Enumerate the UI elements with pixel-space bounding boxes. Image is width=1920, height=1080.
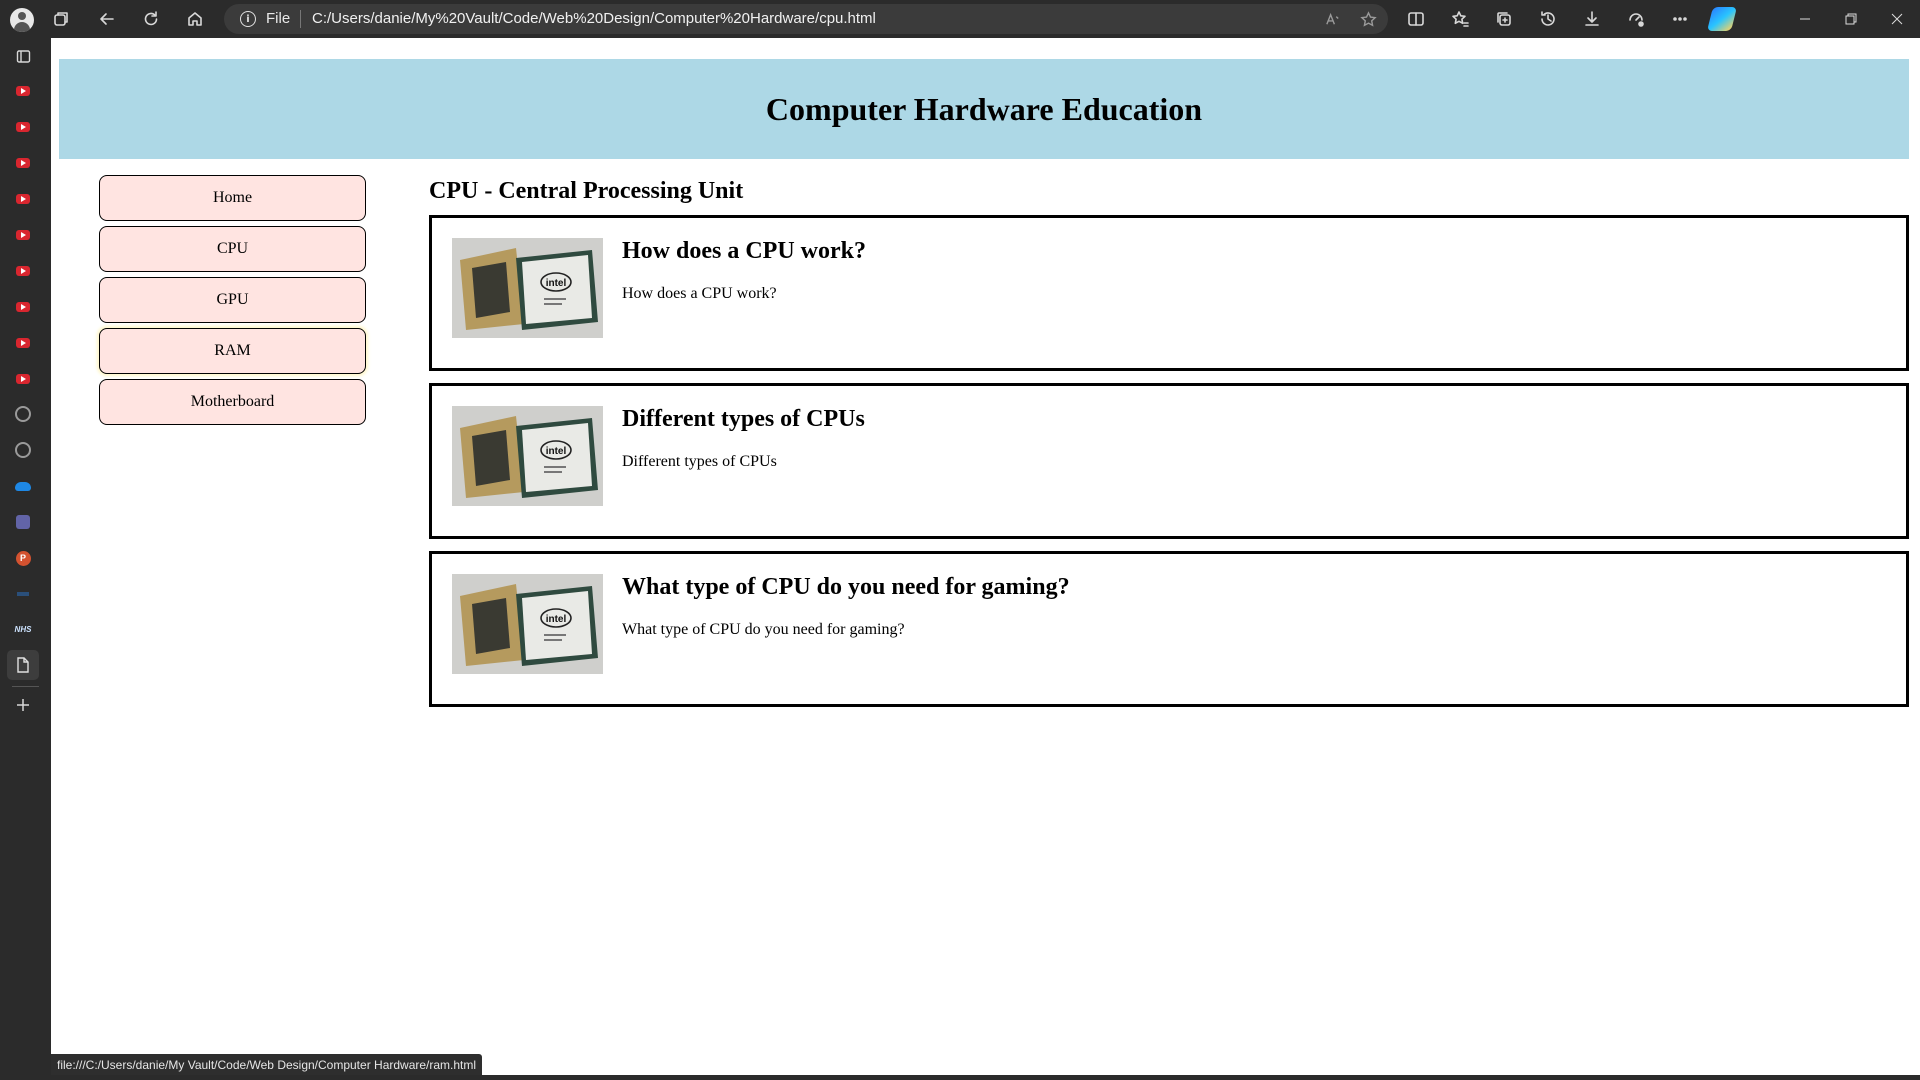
youtube-icon[interactable] — [14, 334, 32, 352]
cpu-image: intel — [452, 406, 603, 506]
site-header: Computer Hardware Education — [59, 59, 1909, 159]
card-text: Different types of CPUs — [622, 453, 777, 470]
cpu-image: intel — [452, 238, 603, 338]
github-icon[interactable] — [14, 405, 32, 423]
history-icon[interactable] — [1529, 0, 1567, 38]
youtube-icon[interactable] — [14, 370, 32, 388]
site-title: Computer Hardware Education — [765, 90, 1203, 127]
nav-cpu-button[interactable]: CPU — [99, 226, 366, 272]
link-status-tooltip: file:///C:/Users/danie/My Vault/Code/Web… — [51, 1054, 483, 1075]
card-text: What type of CPU do you need for gaming? — [622, 621, 905, 638]
powerpoint-icon[interactable]: P — [14, 549, 32, 567]
article-card: intel How does a CPU work? How does a CP… — [429, 215, 1909, 371]
browser-toolbar: i File C:/Users/danie/My%20Vault/Code/We… — [0, 0, 1920, 38]
page-viewport: Computer Hardware Education Home CPU GPU… — [51, 38, 1920, 1075]
workspaces-icon[interactable] — [42, 0, 80, 38]
nav-ram-button[interactable]: RAM — [99, 328, 366, 374]
powerpoint-letter: P — [15, 550, 31, 566]
site-info-icon[interactable]: i — [240, 11, 256, 27]
close-icon[interactable] — [1874, 0, 1920, 38]
downloads-icon[interactable] — [1573, 0, 1611, 38]
profile-avatar[interactable] — [10, 8, 34, 32]
nav-home-button[interactable]: Home — [99, 175, 366, 221]
tab-actions-icon[interactable] — [14, 47, 32, 65]
youtube-icon[interactable] — [14, 298, 32, 316]
refresh-icon[interactable] — [132, 0, 170, 38]
onedrive-icon[interactable] — [14, 477, 32, 495]
card-title: Different types of CPUs — [622, 406, 865, 432]
card-title: How does a CPU work? — [622, 238, 866, 264]
split-screen-icon[interactable] — [1397, 0, 1435, 38]
article-card: intel Different types of CPUs Different … — [429, 383, 1909, 539]
cpu-brand-text: intel — [546, 614, 567, 625]
youtube-icon[interactable] — [14, 118, 32, 136]
favorites-icon[interactable] — [1441, 0, 1479, 38]
nhs-label: NHS — [14, 624, 32, 634]
app-icon[interactable] — [14, 585, 32, 603]
youtube-icon[interactable] — [14, 262, 32, 280]
nhs-icon[interactable]: NHS — [14, 620, 32, 638]
youtube-icon[interactable] — [14, 154, 32, 172]
copilot-icon[interactable] — [1707, 7, 1737, 31]
nav-motherboard-button[interactable]: Motherboard — [99, 379, 366, 425]
address-url[interactable]: C:/Users/danie/My%20Vault/Code/Web%20Des… — [312, 10, 876, 27]
nav-gpu-button[interactable]: GPU — [99, 277, 366, 323]
card-text: How does a CPU work? — [622, 285, 777, 302]
youtube-icon[interactable] — [14, 190, 32, 208]
favorite-star-icon[interactable] — [1352, 4, 1384, 34]
add-icon[interactable] — [14, 696, 32, 714]
performance-icon[interactable] — [1617, 0, 1655, 38]
home-icon[interactable] — [176, 0, 214, 38]
read-aloud-icon[interactable] — [1316, 4, 1348, 34]
youtube-icon[interactable] — [14, 82, 32, 100]
main-content: CPU - Central Processing Unit intel How … — [429, 178, 1909, 707]
cpu-brand-text: intel — [546, 278, 567, 289]
collections-icon[interactable] — [1485, 0, 1523, 38]
youtube-icon[interactable] — [14, 226, 32, 244]
back-icon[interactable] — [88, 0, 126, 38]
article-card: intel What type of CPU do you need for g… — [429, 551, 1909, 707]
card-title: What type of CPU do you need for gaming? — [622, 574, 1070, 600]
sidebar-divider — [12, 686, 39, 687]
browser-sidebar: P NHS — [0, 38, 51, 1080]
address-divider — [300, 10, 301, 28]
restore-icon[interactable] — [1828, 0, 1874, 38]
address-bar[interactable]: i File C:/Users/danie/My%20Vault/Code/We… — [224, 4, 1388, 34]
site-nav: Home CPU GPU RAM Motherboard — [99, 175, 366, 430]
cpu-brand-text: intel — [546, 446, 567, 457]
cpu-image: intel — [452, 574, 603, 674]
address-scheme-label: File — [266, 10, 291, 27]
teams-icon[interactable] — [14, 513, 32, 531]
page-icon[interactable] — [7, 650, 39, 680]
section-title: CPU - Central Processing Unit — [429, 178, 744, 204]
github-icon[interactable] — [14, 441, 32, 459]
minimize-icon[interactable] — [1782, 0, 1828, 38]
more-options-icon[interactable] — [1661, 0, 1699, 38]
